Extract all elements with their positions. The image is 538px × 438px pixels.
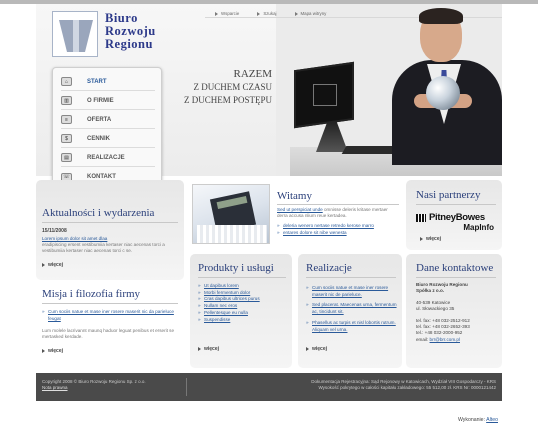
menu-item-label: REALIZACJE <box>87 154 125 161</box>
logo-line-3: Regionu <box>105 37 153 51</box>
menu-item-label: CENNIK <box>87 135 111 142</box>
credits-link[interactable]: Alteo <box>486 417 498 423</box>
products-title: Produkty i usługi <box>198 262 274 274</box>
contact-title: Dane kontaktowe <box>416 262 494 274</box>
partners-box: Nasi partnerzy PitneyBowes MapInfo więce… <box>406 180 502 250</box>
logo-text[interactable]: Biuro Rozwoju Regionu <box>105 12 175 51</box>
menu-item-o-firmie[interactable]: ▥ O FIRMIE <box>61 92 155 110</box>
dollar-icon: $ <box>61 134 72 143</box>
slogan-line-3: Z DUCHEM POSTĘPU <box>183 95 272 105</box>
mission-box: Misja i filozofia firmy Cum sociis natue… <box>36 282 184 368</box>
divider <box>198 277 286 278</box>
footer: Copyright 2008 © Biuro Rozwoju Regionu S… <box>36 373 502 401</box>
products-list-item[interactable]: Nullam nec eros <box>198 303 288 310</box>
welcome-intro-link[interactable]: Sed ut perspiciat unde <box>277 207 323 212</box>
news-date: 15/11/2008 <box>42 228 67 234</box>
contact-box: Dane kontaktowe Biuro Rozwoju Regionu Sp… <box>406 254 502 368</box>
footer-privacy-link[interactable]: Nota prawna <box>42 385 68 391</box>
contact-email-label: email: <box>416 336 429 342</box>
news-more-link[interactable]: więcej <box>42 262 63 268</box>
news-text: eradipiscing ersent vestibumiia kertaser… <box>42 242 165 254</box>
news-box: Aktualności i wydarzenia 15/11/2008 Lore… <box>36 180 184 280</box>
divider <box>416 277 496 278</box>
projects-list-item[interactable]: Sed placerat. Maecenas urna, fermentum a… <box>306 302 398 315</box>
products-box: Produkty i usługi Ut dapibus lorem Morbi… <box>190 254 292 368</box>
document-icon: ≡ <box>61 115 72 124</box>
mission-text: Lum molele lacrivannt maunq haduor legua… <box>42 328 175 340</box>
slogan-line-2: Z DUCHEM CZASU <box>193 82 272 92</box>
products-more-link[interactable]: więcej <box>198 346 219 352</box>
menu-item-realizacje[interactable]: ▤ REALIZACJE <box>61 149 155 167</box>
building-icon: ▥ <box>61 96 72 105</box>
pitney-bowes-icon <box>416 213 426 222</box>
search-link[interactable]: Szukaj <box>257 11 277 21</box>
menu-item-cennik[interactable]: $ CENNIK <box>61 130 155 148</box>
divider <box>42 222 178 223</box>
divider <box>277 204 399 205</box>
products-list-item[interactable]: Ut dapibus lorem <box>198 283 288 290</box>
home-icon: ⌂ <box>61 77 72 86</box>
projects-more-link[interactable]: więcej <box>306 346 327 352</box>
footer-capital: Wysokość pokrytego w całości kapitału za… <box>318 385 496 390</box>
welcome-list-item[interactable]: entares dolore sit nibe wenesta <box>277 230 399 237</box>
support-link[interactable]: Wsparcie <box>215 11 239 21</box>
contact-email-link[interactable]: brr@brr.com.pl <box>430 337 460 342</box>
menu-item-label: O FIRMIE <box>87 97 114 104</box>
brand-name: PitneyBowes <box>429 212 485 223</box>
projects-list-item[interactable]: Phasellus ac turpis et nisl lobortis rut… <box>306 320 398 333</box>
products-list-item[interactable]: Morbi fermentum dolor <box>198 290 288 297</box>
divider <box>416 204 496 205</box>
projects-box: Realizacje Cum sociis natue et mase iner… <box>298 254 402 368</box>
projects-title: Realizacje <box>306 262 352 274</box>
pitney-bowes-logo[interactable]: PitneyBowes MapInfo <box>416 212 498 232</box>
man-hair <box>419 8 463 24</box>
top-links: Wsparcie Szukaj Mapa witryny <box>215 11 326 21</box>
welcome-box: Witamy Sed ut perspiciat unde omnisse de… <box>190 182 402 250</box>
divider <box>306 277 396 278</box>
news-title: Aktualności i wydarzenia <box>42 207 155 219</box>
chart-icon: ▤ <box>61 153 72 162</box>
brand-subname: MapInfo <box>463 223 494 232</box>
credits-label: Wykonanie: <box>457 417 486 423</box>
monitor-logo <box>313 84 337 106</box>
products-list-item[interactable]: Cras dapibus ultrices purus <box>198 296 288 303</box>
projects-list-item[interactable]: Cum sociis natue et mase iner rosere mas… <box>306 285 398 298</box>
footer-divider <box>186 378 187 396</box>
news-link[interactable]: Lorem ipsum dolor sit amet dlaa <box>42 236 107 241</box>
slogan-line-1: RAZEM <box>233 68 273 80</box>
mission-title: Misja i filozofia firmy <box>42 288 141 300</box>
calculator-image <box>192 184 270 244</box>
main-menu: ⌂ START ▥ O FIRMIE ≡ OFERTA $ CENNIK ▤ R… <box>52 67 162 193</box>
menu-item-start[interactable]: ⌂ START <box>61 73 155 91</box>
mission-link[interactable]: Cum sociis natue et mase iner rosere mas… <box>42 309 178 322</box>
products-list-item[interactable]: Pellentesque eu nulla <box>198 310 288 317</box>
menu-item-label: START <box>87 78 107 85</box>
divider <box>42 303 178 304</box>
sitemap-link[interactable]: Mapa witryny <box>294 11 326 21</box>
logo-icon[interactable] <box>52 11 98 57</box>
credits: Wykonanie: Alteo <box>458 417 498 423</box>
products-list-item[interactable]: Suspendisse <box>198 317 288 324</box>
welcome-list-item[interactable]: deleria wenero nertase retredo kerose ma… <box>277 223 399 230</box>
mission-more-link[interactable]: więcej <box>42 348 63 354</box>
welcome-title: Witamy <box>277 190 312 202</box>
glass-globe-image <box>426 76 460 110</box>
partners-title: Nasi partnerzy <box>416 189 481 201</box>
partners-more-link[interactable]: więcej <box>420 236 441 242</box>
slogan: RAZEM Z DUCHEM CZASU Z DUCHEM POSTĘPU <box>166 68 272 107</box>
menu-item-label: OFERTA <box>87 116 112 123</box>
menu-item-oferta[interactable]: ≡ OFERTA <box>61 111 155 129</box>
